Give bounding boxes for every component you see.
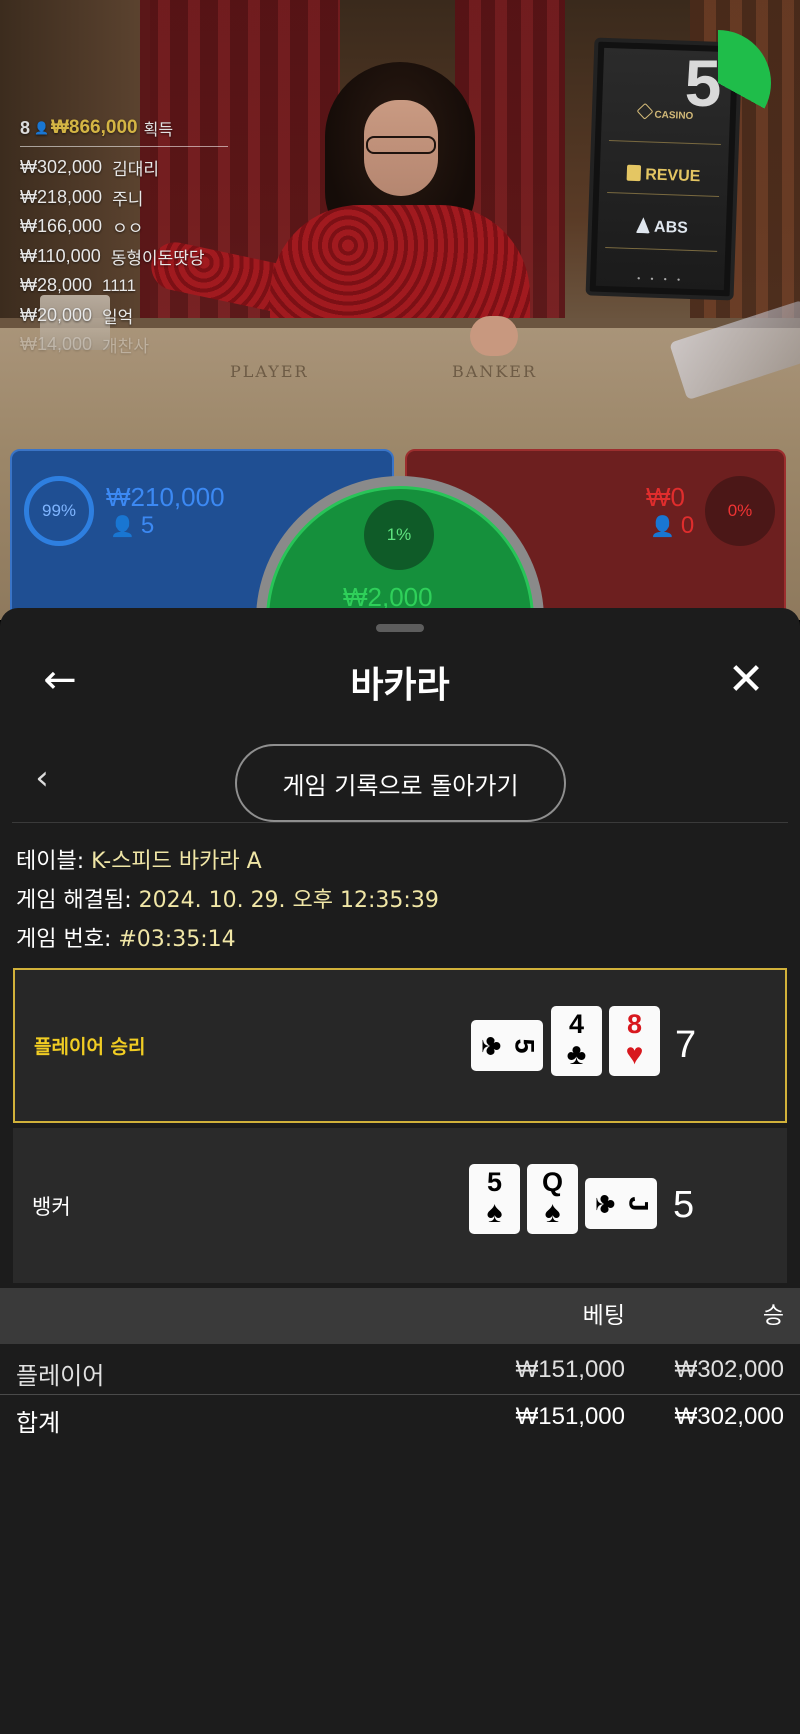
dealer-glasses bbox=[366, 136, 436, 154]
spade-icon: ♠ bbox=[486, 1196, 503, 1229]
playing-card: J ♣ bbox=[585, 1178, 657, 1229]
history-nav: ‹ 게임 기록으로 돌아가기 bbox=[0, 736, 800, 822]
table-row: 플레이어 ₩151,000 ₩302,000 bbox=[16, 1356, 784, 1390]
abs-icon bbox=[636, 217, 651, 233]
winners-header: 8 👤 ₩866,000 획득 bbox=[20, 116, 228, 147]
banker-result: 뱅커 5 ♠ Q ♠ J ♣ 5 bbox=[13, 1128, 787, 1283]
game-number-info: 게임 번호: #03:35:14 bbox=[16, 927, 236, 952]
winner-row: ₩218,000 주니 bbox=[20, 186, 144, 209]
game-detail-sheet: ← 바카라 ✕ ‹ 게임 기록으로 돌아가기 테이블: K-스피드 바카라 A … bbox=[0, 608, 800, 1734]
winner-row: ₩302,000 김대리 bbox=[20, 157, 159, 180]
playing-card: 5 ♣ bbox=[471, 1020, 543, 1071]
banker-percentage: 0% bbox=[705, 476, 775, 546]
countdown-timer: 5 bbox=[684, 46, 722, 120]
user-icon: 👤 bbox=[110, 516, 135, 538]
user-icon: 👤 bbox=[650, 516, 675, 538]
user-icon: 👤 bbox=[34, 121, 49, 135]
winner-row: ₩20,000 일억 bbox=[20, 304, 134, 327]
winner-row: ₩110,000 동형이돈땃당 bbox=[20, 245, 205, 268]
spade-icon: ♠ bbox=[544, 1196, 561, 1229]
chevron-left-icon[interactable]: ‹ bbox=[22, 754, 62, 802]
player-bet-amount: ₩210,000 bbox=[106, 482, 225, 512]
resolved-info: 게임 해결됨: 2024. 10. 29. 오후 12:35:39 bbox=[16, 888, 439, 913]
sheet-title: 바카라 bbox=[350, 665, 450, 706]
banker-bet-amount: ₩0 bbox=[646, 482, 685, 512]
banker-bettor-count: 👤 0 bbox=[650, 512, 695, 539]
player-percentage: 99% bbox=[24, 476, 94, 546]
tie-percentage: 1% bbox=[364, 500, 434, 570]
game-meta: 테이블: K-스피드 바카라 A 게임 해결됨: 2024. 10. 29. 오… bbox=[16, 842, 439, 959]
winners-list: 8 👤 ₩866,000 획득 ₩302,000 김대리 ₩218,000 주니 ₩… bbox=[20, 116, 230, 360]
club-icon: ♣ bbox=[475, 1036, 509, 1056]
felt-banker-label: BANKER bbox=[452, 362, 537, 381]
winner-row: ₩14,000 개찬사 bbox=[20, 334, 149, 357]
table-info: 테이블: K-스피드 바카라 A bbox=[16, 849, 262, 874]
close-icon[interactable]: ✕ bbox=[718, 652, 774, 708]
column-bet: 베팅 bbox=[582, 1303, 625, 1329]
playing-card: 5 ♠ bbox=[469, 1164, 520, 1234]
player-win-label: 플레이어 승리 bbox=[34, 1036, 146, 1058]
table-row-total: 합계 ₩151,000 ₩302,000 bbox=[0, 1394, 800, 1440]
back-to-history-button[interactable]: 게임 기록으로 돌아가기 bbox=[235, 744, 566, 822]
playing-card: Q ♠ bbox=[527, 1164, 578, 1234]
drag-handle[interactable] bbox=[376, 624, 424, 632]
revue-icon bbox=[627, 164, 642, 182]
dealer-hand bbox=[470, 316, 518, 356]
winner-row: ₩166,000 ㅇㅇ bbox=[20, 216, 144, 239]
winner-row: ₩28,000 1111 bbox=[20, 275, 137, 296]
player-result: 플레이어 승리 5 ♣ 4 ♣ 8 ♥ 7 bbox=[13, 968, 787, 1123]
felt-player-label: PLAYER bbox=[230, 362, 309, 381]
player-bettor-count: 👤 5 bbox=[110, 512, 155, 539]
playing-card: 4 ♣ bbox=[551, 1006, 602, 1076]
winners-total: ₩866,000 bbox=[50, 117, 138, 138]
player-score: 7 bbox=[675, 1024, 697, 1066]
casino-icon bbox=[636, 102, 654, 120]
playing-card: 8 ♥ bbox=[609, 1006, 660, 1076]
column-win: 승 bbox=[762, 1303, 784, 1329]
winner-count: 8 bbox=[20, 117, 31, 138]
divider bbox=[12, 822, 788, 823]
winners-label: 획득 bbox=[143, 122, 174, 139]
banker-score: 5 bbox=[673, 1184, 695, 1226]
club-icon: ♣ bbox=[589, 1194, 623, 1214]
sheet-header: ← 바카라 ✕ bbox=[0, 648, 800, 712]
banker-label: 뱅커 bbox=[32, 1194, 71, 1219]
totals-header: 베팅 승 bbox=[0, 1288, 800, 1344]
heart-icon: ♥ bbox=[625, 1038, 644, 1071]
club-icon: ♣ bbox=[566, 1038, 587, 1071]
